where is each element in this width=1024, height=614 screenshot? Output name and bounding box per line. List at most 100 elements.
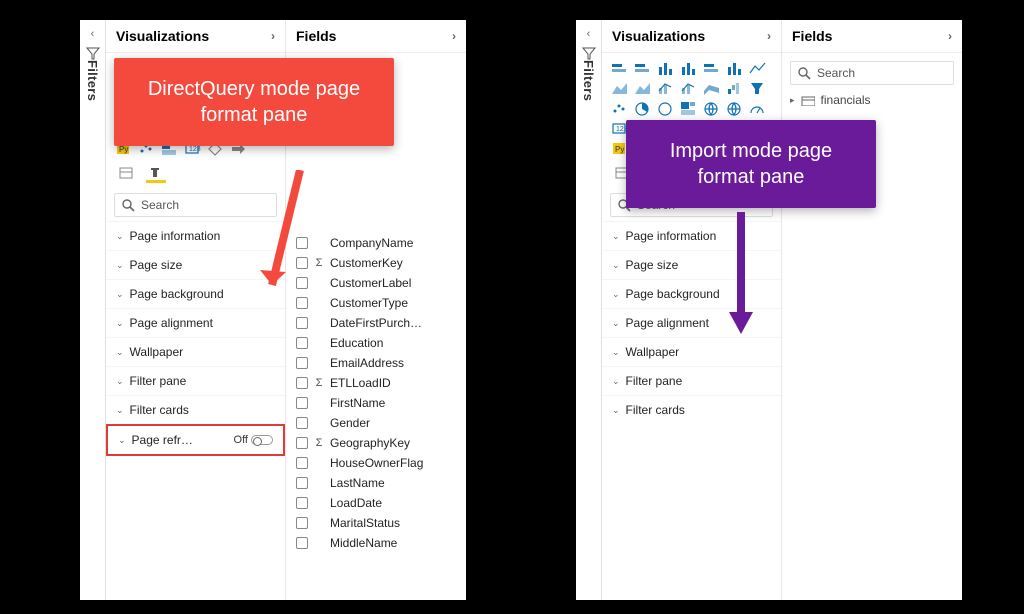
donut-icon[interactable]	[656, 99, 676, 117]
page-refresh-toggle[interactable]: Off	[234, 434, 273, 446]
checkbox[interactable]	[296, 497, 308, 509]
treemap-icon[interactable]	[679, 99, 699, 117]
format-section[interactable]: ⌄Page alignment	[106, 308, 285, 337]
format-section[interactable]: ⌄Page information	[106, 221, 285, 250]
chevron-down-icon: ⌄	[612, 405, 620, 416]
field-label: GeographyKey	[330, 436, 410, 450]
format-sections-list: ⌄Page information⌄Page size⌄Page backgro…	[106, 221, 285, 424]
visualizations-header[interactable]: Visualizations ›	[106, 20, 285, 53]
ribbon-icon[interactable]	[702, 79, 722, 97]
funnel-icon[interactable]	[748, 79, 768, 97]
chevron-right-icon: ›	[452, 29, 456, 43]
fields-table-row[interactable]: ▸ financials	[782, 89, 962, 111]
checkbox[interactable]	[296, 457, 308, 469]
filters-rail[interactable]: ‹ Filters	[576, 20, 602, 600]
filled-map-icon[interactable]	[725, 99, 745, 117]
fields-list: CompanyNameΣCustomerKeyCustomerLabelCust…	[286, 229, 466, 557]
field-label: CompanyName	[330, 236, 413, 250]
field-row[interactable]: ΣETLLoadID	[286, 373, 466, 393]
field-row[interactable]: LastName	[286, 473, 466, 493]
field-row[interactable]: HouseOwnerFlag	[286, 453, 466, 473]
format-section-label: Wallpaper	[626, 345, 680, 359]
checkbox[interactable]	[296, 397, 308, 409]
pie-icon[interactable]	[633, 99, 653, 117]
format-section[interactable]: ⌄Page background	[106, 279, 285, 308]
field-row[interactable]: CompanyName	[286, 233, 466, 253]
fields-tab[interactable]	[116, 163, 136, 183]
sigma-icon: Σ	[314, 437, 324, 449]
stacked-area-icon[interactable]	[633, 79, 653, 97]
field-row[interactable]: Σ GeographyKey	[286, 433, 466, 453]
field-label: CustomerLabel	[330, 276, 411, 290]
format-section-label: Page information	[626, 229, 717, 243]
field-row[interactable]: CustomerLabel	[286, 273, 466, 293]
field-label: Education	[330, 336, 383, 350]
field-label: CustomerKey	[330, 256, 403, 270]
checkbox[interactable]	[296, 437, 308, 449]
area-icon[interactable]	[610, 79, 630, 97]
format-section[interactable]: ⌄Filter cards	[106, 395, 285, 424]
field-row[interactable]: LoadDate	[286, 493, 466, 513]
fields-title: Fields	[296, 28, 336, 44]
field-row[interactable]: Gender	[286, 413, 466, 433]
format-tab[interactable]	[146, 163, 166, 183]
checkbox[interactable]	[296, 517, 308, 529]
checkbox[interactable]	[296, 417, 308, 429]
scatter-icon[interactable]	[610, 99, 630, 117]
fields-header[interactable]: Fields ›	[286, 20, 466, 53]
field-row[interactable]: MaritalStatus	[286, 513, 466, 533]
right-panel-group: ‹ Filters Visualizations ›	[576, 20, 962, 600]
format-section[interactable]: ⌄Filter pane	[106, 366, 285, 395]
fields-title: Fields	[792, 28, 832, 44]
format-section-label: Page alignment	[130, 316, 213, 330]
format-search[interactable]: Search	[114, 193, 277, 217]
filters-rail[interactable]: ‹ Filters	[80, 20, 106, 600]
page-refresh-section[interactable]: ⌄ Page refr… Off	[106, 424, 285, 456]
fields-header[interactable]: Fields ›	[782, 20, 962, 53]
format-section-label: Page alignment	[626, 316, 709, 330]
field-label: LastName	[330, 476, 385, 490]
gauge-icon[interactable]	[748, 99, 768, 117]
field-row[interactable]: MiddleName	[286, 533, 466, 553]
format-section[interactable]: ⌄Page size	[106, 250, 285, 279]
checkbox[interactable]	[296, 537, 308, 549]
field-row[interactable]: CustomerType	[286, 293, 466, 313]
visualizations-header[interactable]: Visualizations ›	[602, 20, 781, 53]
clustered-bar-icon[interactable]	[633, 59, 653, 77]
filters-label: Filters	[581, 60, 596, 101]
100-column-icon[interactable]	[725, 59, 745, 77]
combo-icon[interactable]	[656, 79, 676, 97]
stacked-column-icon[interactable]	[679, 59, 699, 77]
format-section[interactable]: ⌄Filter cards	[602, 395, 781, 424]
field-row[interactable]: Education	[286, 333, 466, 353]
combo2-icon[interactable]	[679, 79, 699, 97]
line-icon[interactable]	[748, 59, 768, 77]
checkbox[interactable]	[296, 377, 308, 389]
field-row[interactable]: DateFirstPurch…	[286, 313, 466, 333]
format-section-label: Page information	[130, 229, 221, 243]
field-row[interactable]: ΣCustomerKey	[286, 253, 466, 273]
checkbox[interactable]	[296, 337, 308, 349]
format-section[interactable]: ⌄Wallpaper	[106, 337, 285, 366]
waterfall-icon[interactable]	[725, 79, 745, 97]
checkbox[interactable]	[296, 317, 308, 329]
field-row[interactable]: FirstName	[286, 393, 466, 413]
format-section[interactable]: ⌄Filter pane	[602, 366, 781, 395]
search-icon	[121, 198, 135, 212]
map-icon[interactable]	[702, 99, 722, 117]
callout-arrow-icon	[721, 212, 761, 342]
stacked-bar-icon[interactable]	[610, 59, 630, 77]
search-placeholder: Search	[817, 66, 855, 80]
100-bar-icon[interactable]	[702, 59, 722, 77]
checkbox[interactable]	[296, 357, 308, 369]
chevron-down-icon: ⌄	[116, 376, 124, 387]
fields-search[interactable]: Search	[790, 61, 954, 85]
page-refresh-label: Page refr…	[132, 433, 193, 447]
checkbox[interactable]	[296, 477, 308, 489]
field-label: MaritalStatus	[330, 516, 400, 530]
fields-pane: Fields › Search ▸ financials	[782, 20, 962, 600]
chevron-down-icon: ⌄	[116, 260, 124, 271]
filters-icon	[582, 46, 596, 60]
clustered-column-icon[interactable]	[656, 59, 676, 77]
field-row[interactable]: EmailAddress	[286, 353, 466, 373]
